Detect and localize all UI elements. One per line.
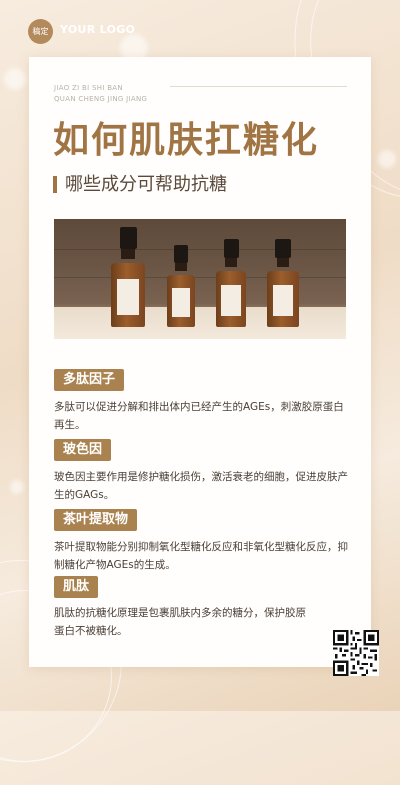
subtitle-accent-bar bbox=[53, 176, 57, 193]
page-subtitle: 哪些成分可帮助抗糖 bbox=[65, 174, 227, 195]
header-divider bbox=[170, 86, 347, 87]
pinyin-line-1: JIAO ZI BI SHI BAN bbox=[54, 84, 123, 92]
section-text-pro-xylane: 玻色因主要作用是修护糖化损伤，激活衰老的细胞，促进皮肤产生的GAGs。 bbox=[54, 471, 348, 501]
section-tag-peptide: 多肽因子 bbox=[54, 369, 125, 391]
qr-code-icon[interactable] bbox=[333, 630, 379, 676]
bottle-3 bbox=[216, 239, 246, 327]
section-tag-pro-xylane: 玻色因 bbox=[54, 439, 112, 461]
pinyin-line-2: QUAN CHENG JING JIANG bbox=[54, 95, 148, 103]
logo-badge: 稿定 bbox=[28, 19, 53, 44]
section-text-tea-extract: 茶叶提取物能分别抑制氧化型糖化反应和非氧化型糖化反应，抑制糖化产物AGEs的生成… bbox=[54, 541, 348, 571]
pinyin-header: JIAO ZI BI SHI BAN QUAN CHENG JING JIANG bbox=[54, 83, 147, 105]
bottle-1 bbox=[111, 227, 145, 327]
bottle-2 bbox=[167, 245, 195, 327]
bottle-4 bbox=[267, 239, 299, 327]
section-tag-tea-extract: 茶叶提取物 bbox=[54, 509, 138, 531]
section-tag-carnosine: 肌肽 bbox=[54, 576, 99, 598]
logo-text: YOUR LOGO bbox=[60, 23, 136, 36]
section-text-carnosine: 肌肽的抗糖化原理是包裹肌肤内多余的糖分，保护胶原蛋白不被糖化。 bbox=[54, 607, 306, 637]
serum-bottles-photo bbox=[54, 219, 346, 339]
section-text-peptide: 多肽可以促进分解和排出体内已经产生的AGEs，刺激胶原蛋白再生。 bbox=[54, 401, 344, 431]
page-title: 如何肌肤扛糖化 bbox=[53, 120, 320, 161]
